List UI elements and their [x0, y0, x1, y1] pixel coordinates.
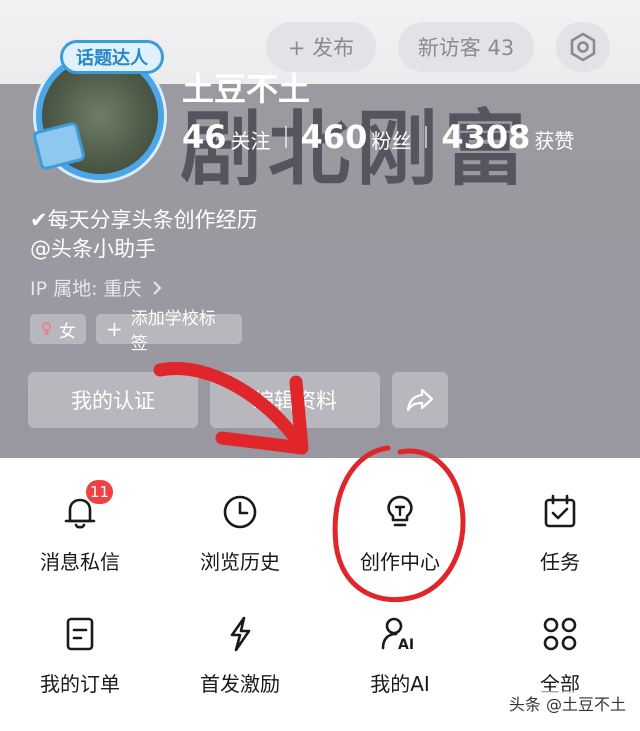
gender-tag[interactable]: 女	[30, 314, 86, 344]
notification-badge: 11	[86, 480, 114, 504]
menu-item-label: 消息私信	[40, 550, 120, 574]
book-icon	[31, 121, 87, 171]
menu-item-label: 创作中心	[360, 550, 440, 574]
menu-item-label: 我的AI	[370, 672, 430, 696]
menu-item-label: 我的订单	[40, 672, 120, 696]
bio: ✔每天分享头条创作经历 @头条小助手	[30, 206, 258, 264]
menu-item-creator-center[interactable]: 创作中心	[320, 458, 480, 574]
new-visitors-button[interactable]: 新访客 43	[398, 22, 534, 72]
bio-mention[interactable]: @头条小助手	[30, 235, 258, 264]
menu-item-label: 首发激励	[200, 672, 280, 696]
menu-item-first-publish-incentive[interactable]: 首发激励	[160, 580, 320, 696]
female-icon	[42, 322, 51, 336]
likes-count[interactable]: 4308	[441, 118, 530, 156]
order-icon	[66, 617, 94, 651]
menu-item-my-ai[interactable]: AI 我的AI	[320, 580, 480, 696]
menu-item-all[interactable]: 全部	[480, 580, 640, 696]
grid-icon	[543, 617, 577, 651]
stat-divider	[425, 126, 428, 148]
bio-line: ✔每天分享头条创作经历	[30, 208, 258, 232]
svg-text:AI: AI	[398, 637, 414, 653]
followers-label[interactable]: 粉丝	[371, 125, 411, 154]
following-count[interactable]: 46	[182, 118, 227, 156]
edit-profile-button[interactable]: 编辑资料	[210, 372, 380, 428]
followers-count[interactable]: 460	[301, 118, 368, 156]
topic-expert-badge: 话题达人	[60, 40, 164, 74]
add-school-tag-label: 添加学校标签	[130, 309, 216, 354]
add-school-tag[interactable]: + 添加学校标签	[96, 309, 242, 354]
likes-label[interactable]: 获赞	[534, 125, 574, 154]
menu-item-orders[interactable]: 我的订单	[0, 580, 160, 696]
my-certification-button[interactable]: 我的认证	[28, 372, 198, 428]
username: 土豆不土	[182, 70, 311, 108]
lightbulb-icon	[387, 495, 413, 527]
ip-location[interactable]: IP 属地: 重庆	[30, 274, 166, 301]
stat-divider	[284, 126, 287, 148]
stats-row: 46 关注 460 粉丝 4308 获赞	[182, 118, 574, 156]
lightning-icon	[230, 616, 251, 652]
chevron-right-icon	[152, 280, 161, 295]
menu-item-label: 浏览历史	[200, 550, 280, 574]
plus-icon: +	[106, 317, 123, 341]
settings-hexagon-icon	[570, 32, 596, 62]
ai-icon: AI	[381, 617, 414, 653]
menu-item-tasks[interactable]: 任务	[480, 458, 640, 574]
following-label[interactable]: 关注	[231, 125, 271, 154]
ip-location-label: IP 属地: 重庆	[30, 278, 142, 300]
settings-button[interactable]	[556, 22, 610, 72]
share-button[interactable]	[392, 372, 448, 428]
gender-tag-label: 女	[59, 321, 76, 342]
menu-item-messages[interactable]: 11 消息私信	[0, 458, 160, 574]
watermark: 头条 @土豆不土	[508, 691, 626, 715]
clock-icon	[223, 495, 257, 529]
menu-item-label: 任务	[540, 550, 580, 574]
share-icon	[406, 388, 434, 412]
profile-header: 剧北刚富 + 发布 新访客 43 话题达人 土豆不土 46 关注 460 粉丝 …	[0, 0, 640, 458]
menu-item-history[interactable]: 浏览历史	[160, 458, 320, 574]
calendar-check-icon	[544, 494, 576, 528]
avatar[interactable]: 话题达人	[31, 40, 164, 180]
